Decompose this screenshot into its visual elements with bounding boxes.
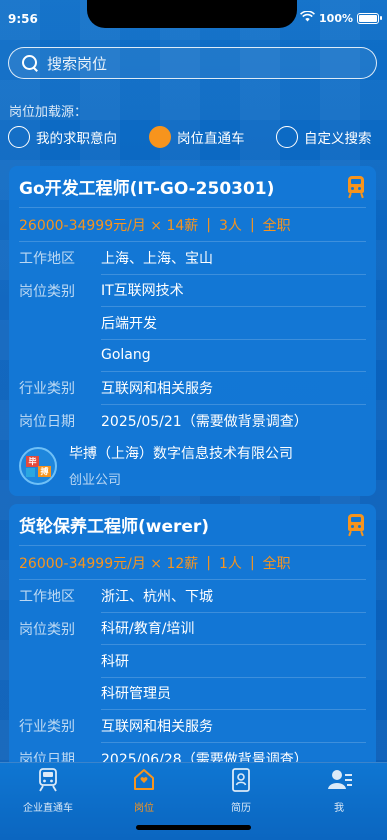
salary-row: 26000-34999元/月 × 12薪 | 1人 | 全职	[19, 546, 366, 580]
company-logo: 毕 搏	[19, 446, 57, 485]
info-value: 互联网和相关服务	[101, 372, 366, 405]
tab-label: 我	[334, 803, 344, 814]
wifi-icon	[300, 10, 315, 25]
train-icon	[36, 767, 60, 793]
radio-job-express[interactable]: 岗位直通车	[149, 126, 245, 148]
job-title: 货轮保养工程师(werer)	[19, 517, 210, 537]
radio-circle-checked	[149, 126, 171, 148]
battery-percentage: 100%	[319, 11, 353, 25]
info-value: 2025/06/28（需要做背景调查）	[101, 751, 308, 762]
info-value: 科研管理员	[101, 678, 366, 710]
company-type: 创业公司	[69, 473, 122, 488]
info-row-skill: 科研管理员	[19, 678, 366, 710]
radio-custom-search[interactable]: 自定义搜索	[276, 126, 372, 148]
info-row-date: 岗位日期 2025/05/21（需要做背景调查）	[19, 405, 366, 438]
info-value: IT互联网技术	[101, 275, 366, 307]
radio-label: 我的求职意向	[36, 131, 117, 147]
info-label: 行业类别	[19, 719, 75, 736]
info-value: 科研/教育/培训	[101, 613, 366, 645]
job-source-label: 岗位加载源：	[9, 105, 88, 120]
info-row-subcategory: 后端开发	[19, 307, 366, 340]
info-value: 科研	[101, 645, 366, 678]
info-row-category: 岗位类别 科研/教育/培训	[19, 613, 366, 645]
info-value: 2025/05/21（需要做背景调查）	[101, 413, 308, 430]
radio-label: 岗位直通车	[177, 131, 245, 147]
info-value: 浙江、杭州、下城	[101, 580, 366, 613]
job-card[interactable]: Go开发工程师(IT-GO-250301) 26000-34999元/月 × 1…	[9, 166, 376, 496]
search-placeholder: 搜索岗位	[47, 54, 108, 73]
device-notch	[87, 0, 297, 28]
job-title-row: 货轮保养工程师(werer)	[19, 504, 366, 546]
separator: |	[206, 216, 212, 233]
job-type: 全职	[262, 555, 291, 572]
resume-icon	[229, 767, 253, 793]
info-label: 岗位类别	[19, 621, 75, 638]
salary: 26000-34999元/月 × 12薪	[19, 555, 199, 572]
job-source-radio-group: 我的求职意向 岗位直通车 自定义搜索	[8, 126, 380, 152]
info-label: 岗位日期	[19, 751, 75, 762]
company-name: 毕搏（上海）数字信息技术有限公司	[69, 446, 293, 462]
info-row-industry: 行业类别 互联网和相关服务	[19, 372, 366, 405]
logo-block	[26, 467, 35, 477]
info-row-category: 岗位类别 IT互联网技术	[19, 275, 366, 307]
info-value: Golang	[101, 340, 366, 372]
headcount: 1人	[219, 555, 242, 572]
tab-label: 企业直通车	[23, 803, 73, 814]
separator: |	[249, 216, 255, 233]
headcount: 3人	[219, 217, 242, 234]
job-type: 全职	[262, 217, 291, 234]
search-input[interactable]: 搜索岗位	[8, 47, 377, 79]
battery-level	[359, 14, 377, 22]
status-bar: 9:56 100%	[0, 0, 387, 40]
info-row-date: 岗位日期 2025/06/28（需要做背景调查）	[19, 743, 366, 762]
home-indicator	[136, 825, 251, 830]
status-indicators: 100%	[300, 10, 382, 25]
salary: 26000-34999元/月 × 14薪	[19, 217, 199, 234]
info-label: 工作地区	[19, 589, 75, 606]
tab-label: 简历	[231, 803, 251, 814]
tab-enterprise-express[interactable]: 企业直通车	[0, 767, 96, 817]
separator: |	[206, 554, 212, 571]
battery-icon	[357, 12, 382, 24]
info-row-skill: Golang	[19, 340, 366, 372]
radio-my-intention[interactable]: 我的求职意向	[8, 126, 117, 148]
separator: |	[249, 554, 255, 571]
info-value: 后端开发	[101, 307, 366, 340]
info-row-location: 工作地区 上海、上海、宝山	[19, 242, 366, 275]
info-label: 岗位日期	[19, 413, 75, 430]
train-icon	[347, 513, 365, 536]
status-time: 9:56	[8, 12, 38, 26]
radio-circle	[276, 126, 298, 148]
job-card[interactable]: 货轮保养工程师(werer) 26000-34999元/月 × 12薪 | 1人…	[9, 504, 376, 762]
info-row-location: 工作地区 浙江、杭州、下城	[19, 580, 366, 613]
tab-jobs[interactable]: 岗位	[96, 767, 192, 817]
radio-circle	[8, 126, 30, 148]
info-label: 岗位类别	[19, 283, 75, 300]
logo-char: 搏	[38, 465, 51, 477]
company-row[interactable]: 毕 搏 毕搏（上海）数字信息技术有限公司 创业公司	[19, 437, 366, 496]
info-row-subcategory: 科研	[19, 645, 366, 678]
info-value: 互联网和相关服务	[101, 710, 366, 743]
tab-me[interactable]: 我	[291, 767, 387, 817]
info-label: 行业类别	[19, 381, 75, 398]
user-icon	[327, 767, 352, 793]
radio-label: 自定义搜索	[304, 131, 372, 147]
info-value: 上海、上海、宝山	[101, 242, 366, 275]
salary-row: 26000-34999元/月 × 14薪 | 3人 | 全职	[19, 208, 366, 242]
job-title: Go开发工程师(IT-GO-250301)	[19, 179, 275, 199]
info-label: 工作地区	[19, 251, 75, 268]
train-icon	[347, 175, 365, 198]
home-icon	[132, 767, 156, 793]
tab-label: 岗位	[134, 803, 154, 814]
search-icon	[21, 54, 39, 72]
job-title-row: Go开发工程师(IT-GO-250301)	[19, 166, 366, 208]
info-row-industry: 行业类别 互联网和相关服务	[19, 710, 366, 743]
tab-resume[interactable]: 简历	[193, 767, 289, 817]
